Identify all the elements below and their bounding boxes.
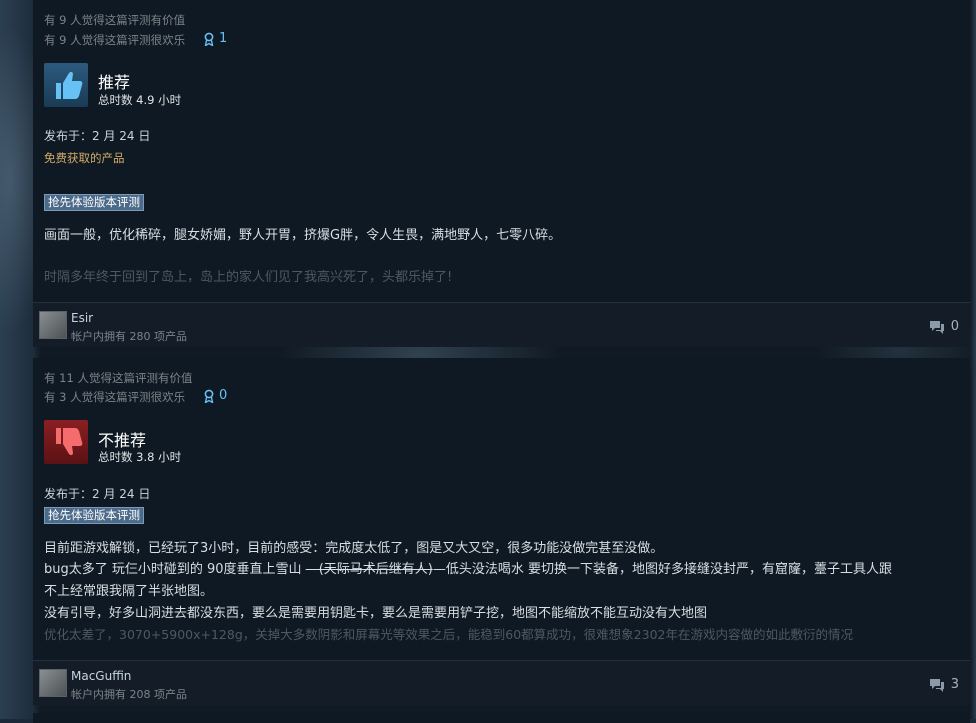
helpful-count: 有 9 人觉得这篇评测有价值 (44, 13, 186, 27)
posted-date: 发布于：2 月 24 日 (44, 129, 151, 143)
award-icon (204, 389, 214, 403)
award-count: 1 (219, 31, 228, 46)
body-segment: —低头没法喝水 要切换一下装备，地图好多接缝没封严，有窟窿，薹子工具人跟 (432, 562, 892, 577)
review-body-line: 没有引导，好多山洞进去都没东西，要么是需要用钥匙卡，要么是需要用铲子挖，地图不能… (44, 606, 708, 621)
comments-button[interactable]: 3 (929, 677, 959, 692)
review-body-line: 时隔多年终于回到了岛上，岛上的家人们见了我高兴死了，头都乐掉了! (44, 270, 453, 285)
posted-date: 发布于：2 月 24 日 (44, 487, 151, 501)
review-footer: MacGuffin 帐户内拥有 208 项产品 3 (33, 660, 970, 705)
comment-icon (929, 678, 944, 692)
thumbs-up-icon[interactable] (44, 63, 88, 107)
free-product-label: 免费获取的产品 (44, 151, 125, 165)
review-verdict[interactable]: 不推荐 (98, 427, 146, 451)
award-count: 0 (219, 388, 228, 403)
review-card: 有 9 人觉得这篇评测有价值 有 9 人觉得这篇评测很欢乐 1 推荐 总时数 4… (33, 0, 970, 347)
body-segment: bug太多了 玩仨小时碰到的 90度垂直上雪山 (44, 562, 306, 577)
strikethrough-text: —(天际马术后继有人) (305, 562, 433, 577)
funny-count: 有 9 人觉得这篇评测很欢乐 (44, 33, 186, 47)
playtime-hours: 总时数 4.9 小时 (98, 93, 182, 107)
review-body-line: 画面一般，优化稀碎，腿女娇媚，野人开胃，挤爆G胖，令人生畏，满地野人，七零八碎。 (44, 228, 562, 243)
helpful-count: 有 11 人觉得这篇评测有价值 (44, 371, 193, 385)
playtime-hours: 总时数 3.8 小时 (98, 450, 182, 464)
early-access-badge: 抢先体验版本评测 (44, 507, 144, 524)
funny-count: 有 3 人觉得这篇评测很欢乐 (44, 390, 186, 404)
avatar[interactable] (39, 669, 67, 697)
award-button[interactable]: 1 (203, 31, 227, 46)
review-card-partial (33, 713, 970, 723)
comment-count: 0 (950, 319, 959, 334)
author-name[interactable]: Esir (71, 311, 93, 325)
review-body-line: 目前距游戏解锁，已经玩了3小时，目前的感受：完成度太低了，图是又大又空，很多功能… (44, 541, 664, 556)
products-owned: 帐户内拥有 208 项产品 (71, 688, 187, 701)
review-body-line: 优化太差了，3070+5900x+128g，关掉大多数阴影和屏幕光等效果之后，能… (44, 627, 853, 642)
avatar[interactable] (39, 311, 67, 339)
review-verdict[interactable]: 推荐 (98, 69, 130, 93)
comment-count: 3 (950, 677, 959, 692)
review-body-line: bug太多了 玩仨小时碰到的 90度垂直上雪山 —(天际马术后继有人)—低头没法… (44, 558, 892, 577)
review-footer: Esir 帐户内拥有 280 项产品 0 (33, 302, 970, 347)
author-name[interactable]: MacGuffin (71, 669, 131, 683)
review-card: 有 11 人觉得这篇评测有价值 有 3 人觉得这篇评测很欢乐 0 不推荐 总时数… (33, 358, 970, 705)
products-owned: 帐户内拥有 280 项产品 (71, 330, 187, 343)
early-access-badge: 抢先体验版本评测 (44, 194, 144, 211)
comments-button[interactable]: 0 (929, 319, 959, 334)
award-button[interactable]: 0 (203, 388, 227, 403)
review-body-line: 不上经常跟我隔了半张地图。 (44, 584, 214, 599)
comment-icon (929, 320, 944, 334)
award-icon (204, 32, 214, 46)
thumbs-down-icon[interactable] (44, 420, 88, 464)
